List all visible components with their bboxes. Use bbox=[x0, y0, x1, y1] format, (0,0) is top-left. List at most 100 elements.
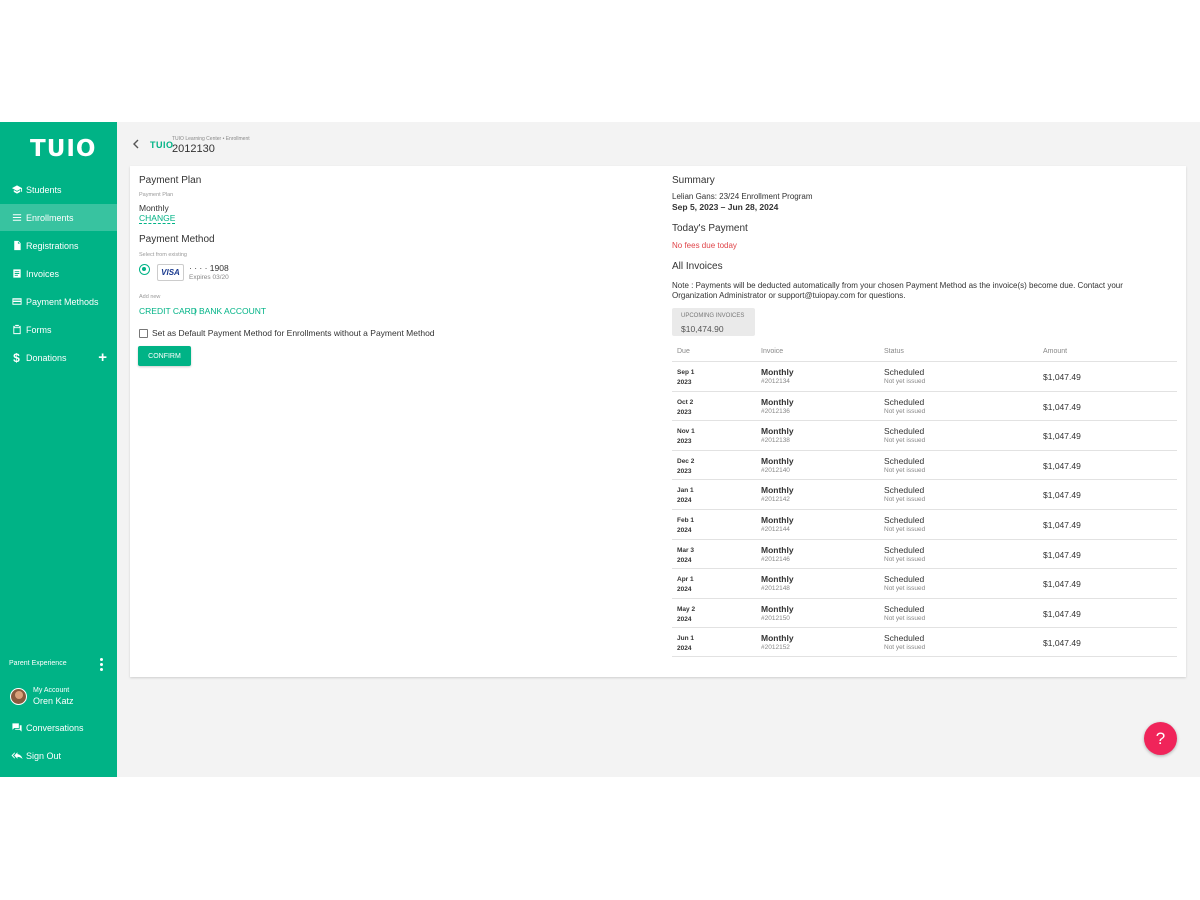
invoice-plan: Monthly bbox=[761, 633, 794, 644]
sidebar-item-invoices[interactable]: Invoices bbox=[0, 260, 117, 287]
enrollment-card: Payment Plan Payment Plan Monthly CHANGE… bbox=[130, 166, 1186, 677]
invoice-amount: $1,047.49 bbox=[1043, 549, 1081, 560]
sidebar-item-enrollments[interactable]: Enrollments bbox=[0, 204, 117, 231]
card-radio[interactable] bbox=[139, 264, 150, 275]
credit-card-link[interactable]: CREDIT CARD bbox=[139, 306, 197, 316]
add-new-label: Add new bbox=[139, 294, 161, 300]
due-day: Feb 1 bbox=[677, 517, 694, 524]
due-date: Feb 1 2024 bbox=[677, 516, 717, 536]
invoice-plan: Monthly bbox=[761, 396, 794, 407]
status-text: Scheduled bbox=[884, 574, 925, 585]
invoice-cell: Monthly #2012152 bbox=[761, 633, 794, 652]
invoice-cell: Monthly #2012144 bbox=[761, 515, 794, 534]
sidebar-item-conversations[interactable]: Conversations bbox=[0, 714, 117, 741]
invoice-amount: $1,047.49 bbox=[1043, 372, 1081, 382]
invoice-number: #2012140 bbox=[761, 466, 790, 474]
table-row[interactable]: Feb 1 2024 Monthly #2012144 Scheduled Not yet… bbox=[672, 509, 1177, 539]
table-row[interactable]: Jan 1 2024 Monthly #2012142 Scheduled Not yet… bbox=[672, 479, 1177, 509]
invoice-amount: $1,047.49 bbox=[1043, 431, 1081, 442]
card-number: · · · · 1908 bbox=[189, 263, 229, 273]
sidebar-item-label: Registrations bbox=[26, 240, 79, 251]
invoice-plan: Monthly bbox=[761, 515, 794, 525]
sidebar-item-donations[interactable]: $ Donations + bbox=[0, 344, 117, 371]
payment-method-heading: Payment Method bbox=[139, 234, 215, 245]
table-row[interactable]: Apr 1 2024 Monthly #2012148 Scheduled Not yet… bbox=[672, 568, 1177, 598]
upcoming-label: UPCOMING INVOICES bbox=[681, 313, 745, 319]
back-arrow-icon[interactable] bbox=[131, 139, 141, 149]
status-sub: Not yet issued bbox=[884, 496, 926, 504]
sidebar-item-payment-methods[interactable]: Payment Methods bbox=[0, 288, 117, 315]
sidebar-item-label: Conversations bbox=[26, 722, 84, 733]
status-sub: Not yet issued bbox=[884, 644, 926, 652]
due-year: 2024 bbox=[677, 556, 692, 564]
plan-value: Monthly bbox=[139, 203, 169, 213]
sidebar-item-forms[interactable]: Forms bbox=[0, 316, 117, 343]
status-cell: Scheduled Not yet issued bbox=[884, 574, 925, 593]
sidebar-item-registrations[interactable]: Registrations bbox=[0, 232, 117, 259]
invoice-cell: Monthly #2012146 bbox=[761, 545, 794, 564]
sidebar-item-label: Donations bbox=[26, 352, 67, 363]
page-title: 2012130 bbox=[172, 143, 215, 155]
invoice-number: #2012148 bbox=[761, 585, 790, 593]
status-text: Scheduled bbox=[884, 455, 925, 466]
sidebar-item-label: Enrollments bbox=[26, 212, 74, 223]
payment-plan-label: Payment Plan bbox=[139, 192, 174, 198]
due-day: Sep 1 bbox=[677, 369, 695, 376]
due-day: Jun 1 bbox=[677, 635, 694, 643]
sidebar-item-label: Invoices bbox=[26, 268, 60, 279]
sidebar-item-students[interactable]: Students bbox=[0, 176, 117, 203]
more-options-icon[interactable] bbox=[100, 658, 104, 673]
due-day: Nov 1 bbox=[677, 428, 695, 436]
todays-payment-heading: Today's Payment bbox=[672, 223, 748, 234]
change-plan-link[interactable]: CHANGE bbox=[139, 213, 176, 224]
due-year: 2024 bbox=[677, 586, 692, 594]
invoice-cell: Monthly #2012136 bbox=[761, 397, 794, 416]
status-text: Scheduled bbox=[884, 426, 925, 437]
invoice-amount: $1,047.49 bbox=[1043, 579, 1081, 590]
upcoming-value: $10,474.90 bbox=[681, 324, 724, 334]
table-row[interactable]: Sep 1 2023 Monthly #2012134 Scheduled Not yet… bbox=[672, 361, 1177, 391]
table-row[interactable]: Dec 2 2023 Monthly #2012140 Scheduled Not yet… bbox=[672, 449, 1177, 480]
dollar-icon: $ bbox=[13, 350, 20, 365]
table-row[interactable]: Jun 1 2024 Monthly #2012152 Scheduled Not yet… bbox=[672, 627, 1177, 657]
due-year: 2024 bbox=[677, 497, 692, 505]
sidebar-item-sign-out[interactable]: Sign Out bbox=[0, 742, 117, 769]
status-sub: Not yet issued bbox=[884, 378, 926, 385]
account-label: My Account bbox=[33, 687, 70, 694]
status-sub: Not yet issued bbox=[884, 466, 926, 474]
my-account[interactable]: My Account Oren Katz bbox=[10, 686, 74, 707]
due-day: Jan 1 bbox=[677, 487, 694, 495]
status-text: Scheduled bbox=[884, 396, 925, 407]
invoice-number: #2012142 bbox=[761, 496, 790, 504]
table-row[interactable]: Oct 2 2023 Monthly #2012136 Scheduled Not yet… bbox=[672, 390, 1177, 421]
due-year: 2024 bbox=[677, 645, 692, 653]
confirm-button[interactable]: CONFIRM bbox=[138, 346, 191, 366]
add-donation-icon[interactable]: + bbox=[98, 350, 107, 365]
due-date: Jan 1 2024 bbox=[677, 486, 717, 506]
due-year: 2024 bbox=[677, 527, 692, 534]
invoice-number: #2012150 bbox=[761, 614, 790, 622]
summary-heading: Summary bbox=[672, 175, 715, 186]
table-row[interactable]: May 2 2024 Monthly #2012150 Scheduled Not yet… bbox=[672, 597, 1177, 628]
invoice-amount: $1,047.49 bbox=[1043, 401, 1081, 412]
bank-account-link[interactable]: BANK ACCOUNT bbox=[199, 306, 266, 316]
default-method-checkbox[interactable] bbox=[139, 329, 148, 338]
due-year: 2023 bbox=[677, 379, 692, 386]
help-button[interactable]: ? bbox=[1144, 722, 1177, 755]
visa-card-icon: VISA bbox=[157, 264, 184, 281]
invoice-plan: Monthly bbox=[761, 544, 794, 555]
invoice-plan: Monthly bbox=[761, 367, 794, 377]
column-header-invoice: Invoice bbox=[761, 348, 784, 355]
status-text: Scheduled bbox=[884, 544, 925, 555]
status-text: Scheduled bbox=[884, 515, 925, 525]
breadcrumb: TUIO Learning Center • Enrollment bbox=[172, 136, 250, 142]
sidebar-item-label: Forms bbox=[26, 324, 52, 335]
invoice-amount: $1,047.49 bbox=[1043, 608, 1081, 619]
due-day: May 2 bbox=[677, 605, 696, 613]
separator: | bbox=[194, 306, 197, 316]
table-row[interactable]: Mar 3 2024 Monthly #2012146 Scheduled Not yet… bbox=[672, 538, 1177, 569]
tuio-logo[interactable]: TUIO bbox=[30, 136, 96, 162]
status-cell: Scheduled Not yet issued bbox=[884, 515, 925, 534]
due-date: Apr 1 2024 bbox=[677, 575, 717, 595]
table-row[interactable]: Nov 1 2023 Monthly #2012138 Scheduled Not yet… bbox=[672, 420, 1177, 450]
